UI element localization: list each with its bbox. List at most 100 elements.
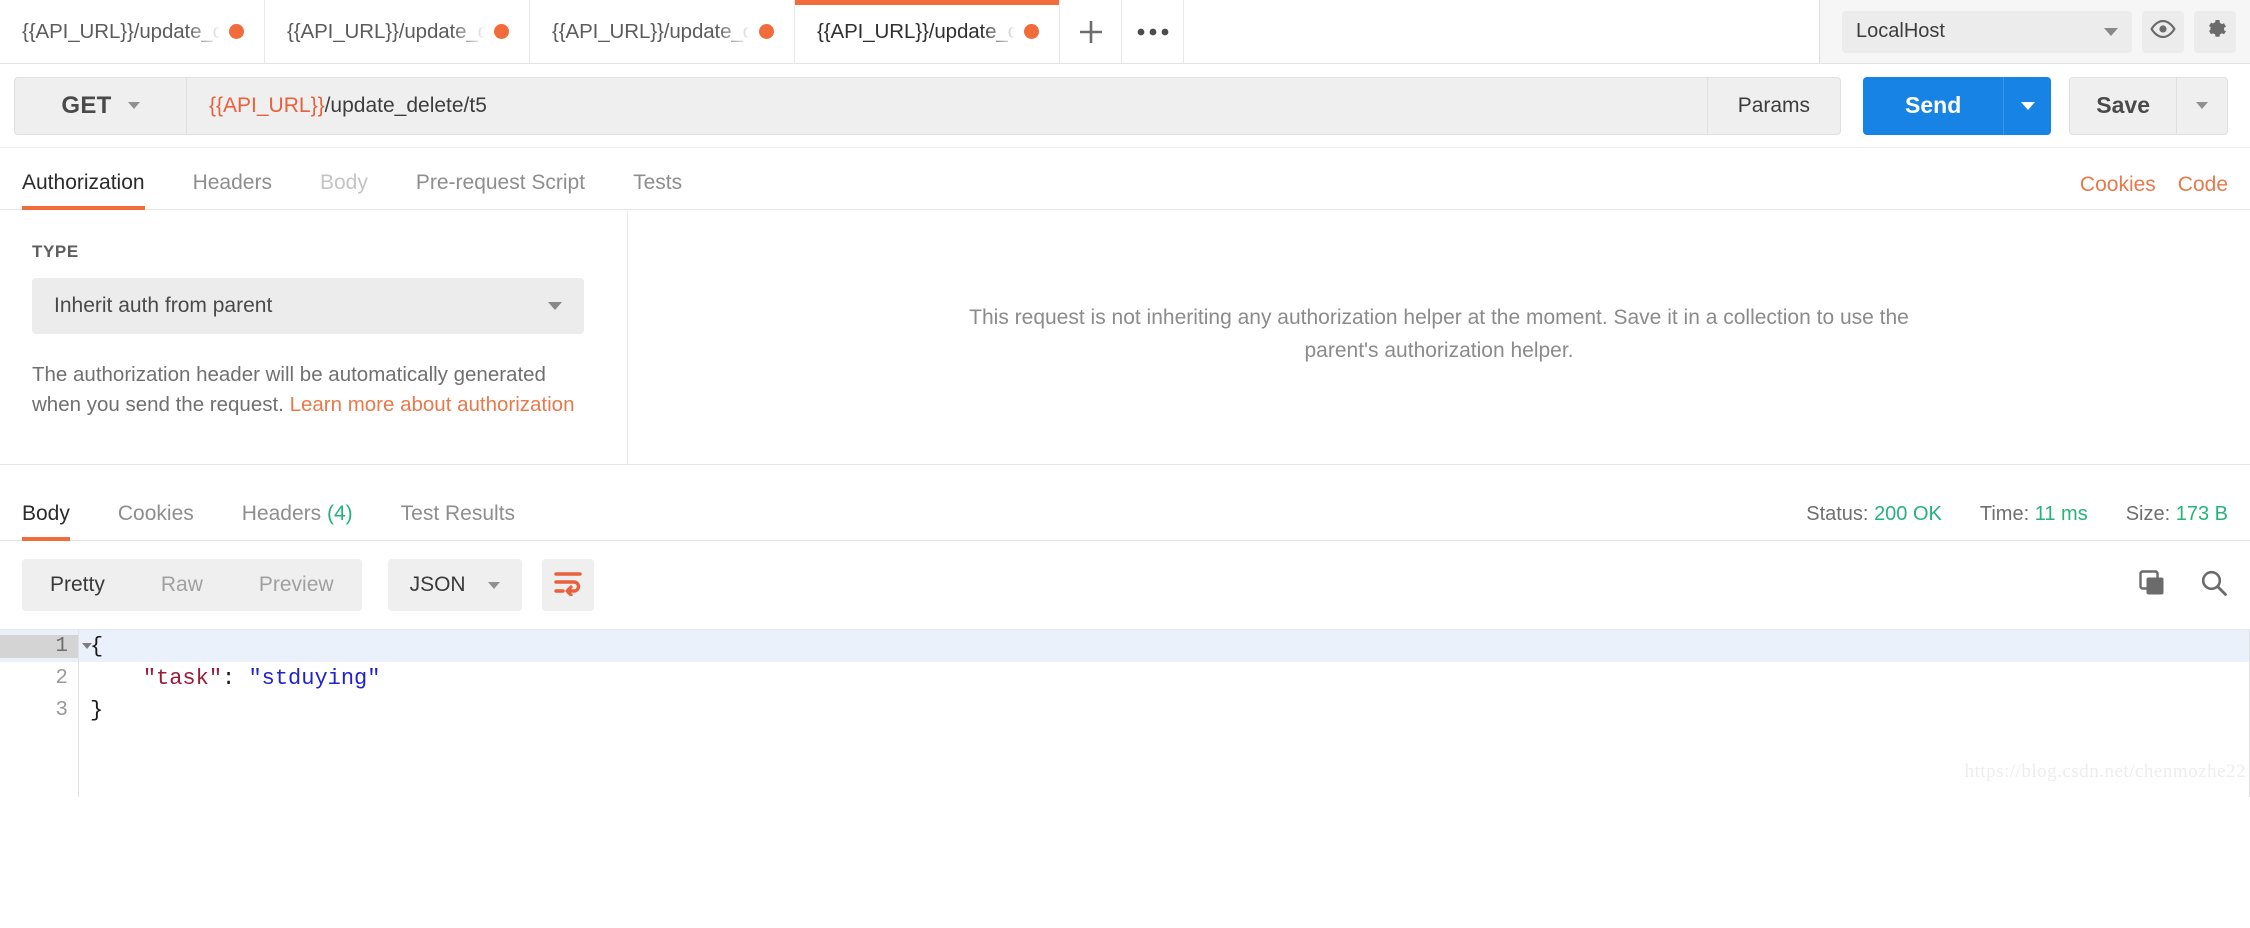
response-tab-count: (4)	[326, 502, 353, 525]
gear-icon	[2202, 16, 2228, 47]
save-button[interactable]: Save	[2069, 76, 2176, 135]
response-actions	[2138, 569, 2228, 602]
plus-icon	[1076, 17, 1106, 47]
new-tab-button[interactable]	[1060, 0, 1122, 63]
response-tab-cookies[interactable]: Cookies	[94, 502, 218, 540]
unsaved-indicator-icon[interactable]	[1024, 24, 1039, 39]
auth-learn-more-link[interactable]: Learn more about authorization	[290, 393, 575, 416]
request-tab-body[interactable]: Body	[296, 171, 392, 209]
gutter-divider	[78, 630, 79, 797]
response-tab-body[interactable]: Body	[22, 502, 94, 541]
code-token-key: "task"	[142, 665, 223, 691]
url-input[interactable]: {{API_URL}}/update_delete/t5	[186, 76, 1707, 135]
save-options-button[interactable]	[2176, 76, 2228, 135]
url-variable: {{API_URL}}	[209, 93, 325, 117]
line-number-value: 3	[55, 698, 68, 722]
status-value: 200 OK	[1874, 503, 1942, 525]
chevron-down-icon	[2196, 102, 2208, 109]
params-label: Params	[1737, 93, 1811, 117]
request-tab-label: {{API_URL}}/update_d	[287, 19, 488, 43]
chevron-down-icon	[127, 102, 140, 109]
code-fold-icon[interactable]	[82, 643, 92, 649]
request-tab[interactable]: {{API_URL}}/update_d	[795, 0, 1060, 63]
auth-inherit-message: This request is not inheriting any autho…	[969, 306, 1909, 362]
save-label: Save	[2096, 92, 2150, 118]
copy-icon	[2138, 569, 2166, 602]
request-tab[interactable]: {{API_URL}}/update_d	[530, 0, 795, 63]
view-mode-pretty[interactable]: Pretty	[22, 559, 133, 611]
send-button[interactable]: Send	[1863, 76, 2004, 135]
code-line-text: }	[78, 698, 103, 723]
unsaved-indicator-icon[interactable]	[494, 24, 509, 39]
copy-button[interactable]	[2138, 569, 2166, 602]
code-line: 3}	[0, 694, 2250, 726]
code-line: 2 "task": "stduying"	[0, 662, 2250, 694]
response-tab-test-results[interactable]: Test Results	[377, 502, 539, 540]
url-bar: GET {{API_URL}}/update_delete/t5 Params …	[0, 64, 2250, 148]
authorization-message-pane: This request is not inheriting any autho…	[628, 210, 2250, 464]
send-options-button[interactable]	[2003, 76, 2052, 135]
request-tab-tests[interactable]: Tests	[609, 171, 706, 209]
response-tab-headers[interactable]: Headers (4)	[218, 502, 377, 540]
auth-type-label: TYPE	[32, 242, 79, 261]
code-lines: 1{2 "task": "stduying" 3}	[0, 630, 2250, 726]
auth-type-select[interactable]: Inherit auth from parent	[32, 278, 584, 334]
response-tab-label: Headers	[241, 502, 322, 525]
tab-options-button[interactable]	[1122, 0, 1184, 63]
link-code[interactable]: Code	[2178, 173, 2228, 197]
authorization-settings: TYPE Inherit auth from parent The author…	[0, 210, 628, 464]
url-path: /update_delete/t5	[324, 93, 487, 117]
line-number-value: 2	[55, 666, 68, 690]
environment-zone: LocalHost	[1820, 0, 2250, 63]
response-tab-list: Body Cookies Headers (4) Test Results	[22, 502, 539, 541]
watermark: https://blog.csdn.net/chenmozhe22	[1964, 761, 2246, 782]
send-label: Send	[1905, 92, 1962, 118]
auth-type-value: Inherit auth from parent	[54, 294, 273, 317]
tabbar-empty-space	[1184, 0, 1820, 63]
code-token-punc: :	[222, 665, 249, 691]
authorization-pane: TYPE Inherit auth from parent The author…	[0, 210, 2250, 465]
request-tab-pre-request-script[interactable]: Pre-request Script	[392, 171, 609, 209]
request-tab-headers[interactable]: Headers	[169, 171, 296, 209]
link-cookies[interactable]: Cookies	[2080, 173, 2156, 197]
response-body-toolbar: Pretty Raw Preview JSON	[0, 541, 2250, 629]
request-tab[interactable]: {{API_URL}}/update_d	[0, 0, 265, 63]
environment-quick-look-button[interactable]	[2142, 10, 2184, 53]
unsaved-indicator-icon[interactable]	[759, 24, 774, 39]
params-button[interactable]: Params	[1706, 76, 1842, 135]
time-badge: Time: 11 ms	[1980, 503, 2088, 526]
code-token-punc: }	[90, 697, 104, 723]
http-method-value: GET	[61, 91, 112, 119]
time-value: 11 ms	[2034, 503, 2088, 525]
environment-name: LocalHost	[1856, 20, 1945, 42]
status-badge: Status: 200 OK	[1806, 503, 1942, 526]
size-badge: Size: 173 B	[2126, 503, 2228, 526]
code-token-str: "stduying"	[248, 665, 381, 691]
response-tab-label: Test Results	[400, 502, 516, 525]
eye-icon	[2150, 19, 2176, 43]
ellipsis-icon	[1137, 27, 1169, 37]
request-tab-label: {{API_URL}}/update_d	[22, 19, 223, 43]
response-section-tabs: Body Cookies Headers (4) Test Results Statu…	[0, 465, 2250, 541]
line-number: 2	[0, 667, 78, 690]
response-body-code[interactable]: 1{2 "task": "stduying" 3} https://blog.cs…	[0, 629, 2250, 797]
view-mode-raw[interactable]: Raw	[133, 559, 231, 611]
settings-button[interactable]	[2194, 10, 2236, 53]
chevron-down-icon	[2104, 27, 2118, 36]
response-format-select[interactable]: JSON	[387, 559, 522, 611]
response-meta: Status: 200 OK Time: 11 ms Size: 173 B	[1806, 503, 2228, 540]
request-tab-authorization[interactable]: Authorization	[22, 171, 169, 210]
http-method-selector[interactable]: GET	[14, 76, 186, 135]
word-wrap-button[interactable]	[541, 559, 594, 611]
view-mode-preview[interactable]: Preview	[231, 559, 362, 611]
time-label: Time:	[1979, 503, 2030, 525]
request-tab-list: Authorization Headers Body Pre-request Scri…	[22, 171, 706, 210]
status-label: Status:	[1806, 503, 1869, 525]
unsaved-indicator-icon[interactable]	[229, 24, 244, 39]
search-button[interactable]	[2200, 569, 2228, 602]
request-tab[interactable]: {{API_URL}}/update_d	[265, 0, 530, 63]
response-tab-label: Body	[22, 502, 70, 525]
response-format-value: JSON	[409, 573, 466, 596]
environment-selector[interactable]: LocalHost	[1842, 10, 2132, 53]
chevron-down-icon	[548, 302, 562, 310]
